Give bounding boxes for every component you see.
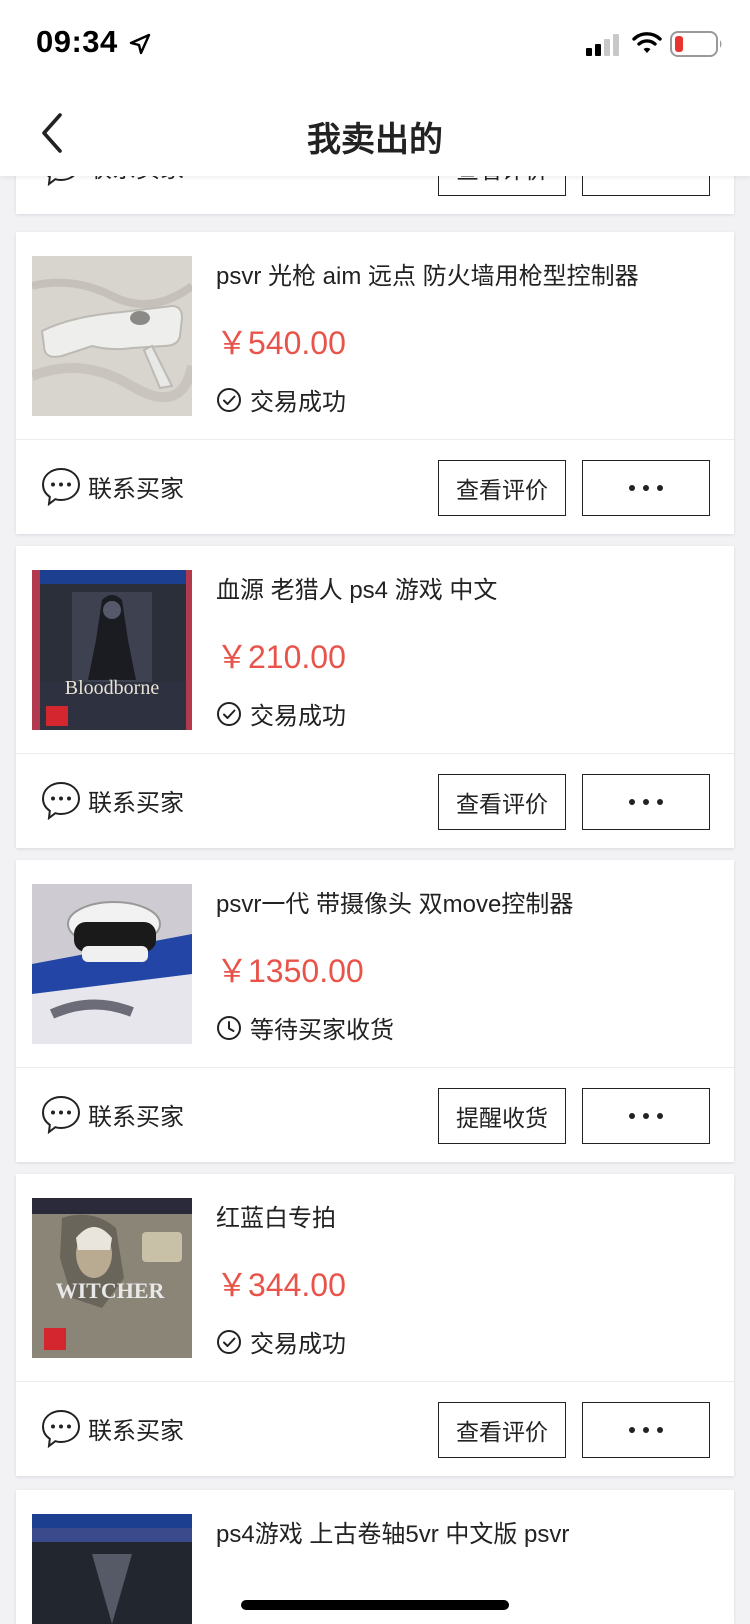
order-title[interactable]: 血源 老猎人 ps4 游戏 中文 xyxy=(216,570,716,605)
contact-buyer-label: 联系买家 xyxy=(88,789,184,817)
check-circle-icon xyxy=(217,387,241,412)
svg-text:Bloodborne: Bloodborne xyxy=(65,677,160,699)
check-circle-icon xyxy=(217,1329,241,1354)
more-button[interactable] xyxy=(582,1402,710,1458)
clock-icon xyxy=(217,1015,241,1040)
order-card[interactable]: Bloodborne 血源 老猎人 ps4 游戏 中文 ￥210.00 交易成功… xyxy=(16,546,734,848)
contact-buyer-button[interactable]: 联系买家 xyxy=(40,1094,184,1134)
order-status: 交易成功 xyxy=(216,1324,346,1359)
check-circle-icon xyxy=(217,701,241,726)
view-review-button[interactable]: 查看评价 xyxy=(438,1402,566,1458)
contact-buyer-label: 联系买家 xyxy=(88,1417,184,1445)
chat-bubble-icon xyxy=(41,467,81,506)
order-summary[interactable]: psvr 光枪 aim 远点 防火墙用枪型控制器 ￥540.00 交易成功 xyxy=(16,232,734,440)
order-summary[interactable]: psvr一代 带摄像头 双move控制器 ￥1350.00 等待买家收货 xyxy=(16,860,734,1068)
contact-buyer-button[interactable]: 联系买家 xyxy=(40,1408,184,1448)
more-dots-icon xyxy=(629,799,663,805)
product-thumbnail[interactable] xyxy=(32,256,192,416)
view-review-button[interactable]: 查看评价 xyxy=(438,460,566,516)
chat-bubble-icon xyxy=(41,1095,81,1134)
order-card[interactable]: psvr一代 带摄像头 双move控制器 ￥1350.00 等待买家收货 联系买… xyxy=(16,860,734,1162)
order-price: ￥210.00 xyxy=(216,639,346,675)
order-price: ￥344.00 xyxy=(216,1267,346,1303)
contact-buyer-button[interactable]: 联系买家 xyxy=(40,780,184,820)
order-summary[interactable]: Bloodborne 血源 老猎人 ps4 游戏 中文 ￥210.00 交易成功 xyxy=(16,546,734,754)
order-status-label: 交易成功 xyxy=(250,703,346,730)
more-dots-icon xyxy=(629,485,663,491)
svg-text:WITCHER: WITCHER xyxy=(56,1278,166,1303)
status-time: 09:34 xyxy=(36,24,118,59)
order-status: 交易成功 xyxy=(216,382,346,417)
order-price: ￥540.00 xyxy=(216,325,346,361)
navigation-bar: 我卖出的 xyxy=(0,90,750,176)
more-button[interactable] xyxy=(582,460,710,516)
order-title[interactable]: psvr 光枪 aim 远点 防火墙用枪型控制器 xyxy=(216,256,716,291)
order-summary[interactable]: WITCHER 红蓝白专拍 ￥344.00 交易成功 xyxy=(16,1174,734,1382)
product-thumbnail[interactable]: WITCHER xyxy=(32,1198,192,1358)
more-dots-icon xyxy=(629,1427,663,1433)
home-indicator xyxy=(241,1600,509,1610)
order-status: 交易成功 xyxy=(216,696,346,731)
product-thumbnail[interactable] xyxy=(32,884,192,1044)
location-arrow-icon xyxy=(129,33,151,55)
more-dots-icon xyxy=(629,1113,663,1119)
order-title[interactable]: 红蓝白专拍 xyxy=(216,1198,716,1233)
order-actions: 联系买家 查看评价 xyxy=(16,1382,734,1476)
product-thumbnail[interactable] xyxy=(32,1514,192,1624)
status-bar: 09:34 xyxy=(0,0,750,90)
contact-buyer-label: 联系买家 xyxy=(88,1103,184,1131)
order-card[interactable]: psvr 光枪 aim 远点 防火墙用枪型控制器 ￥540.00 交易成功 联系… xyxy=(16,232,734,534)
contact-buyer-button[interactable]: 联系买家 xyxy=(40,466,184,506)
product-thumbnail[interactable]: Bloodborne xyxy=(32,570,192,730)
chat-bubble-icon xyxy=(41,1409,81,1448)
order-title[interactable]: psvr一代 带摄像头 双move控制器 xyxy=(216,884,716,919)
order-status: 等待买家收货 xyxy=(216,1010,394,1045)
order-price: ￥1350.00 xyxy=(216,953,364,989)
order-actions: 联系买家 查看评价 xyxy=(16,754,734,848)
contact-buyer-label: 联系买家 xyxy=(88,475,184,503)
page-title: 我卖出的 xyxy=(307,121,443,159)
battery-low-icon xyxy=(670,31,722,57)
remind-receipt-button[interactable]: 提醒收货 xyxy=(438,1088,566,1144)
order-card[interactable]: WITCHER 红蓝白专拍 ￥344.00 交易成功 联系买家 查看评价 xyxy=(16,1174,734,1476)
more-button[interactable] xyxy=(582,1088,710,1144)
cellular-signal-icon xyxy=(586,34,619,56)
chat-bubble-icon xyxy=(41,781,81,820)
order-title[interactable]: ps4游戏 上古卷轴5vr 中文版 psvr xyxy=(216,1514,716,1549)
order-status-label: 交易成功 xyxy=(250,389,346,416)
order-actions: 联系买家 查看评价 xyxy=(16,440,734,534)
wifi-icon xyxy=(632,32,662,53)
order-actions: 联系买家 提醒收货 xyxy=(16,1068,734,1162)
order-status-label: 交易成功 xyxy=(250,1331,346,1358)
more-button[interactable] xyxy=(582,774,710,830)
order-status-label: 等待买家收货 xyxy=(250,1017,394,1044)
view-review-button[interactable]: 查看评价 xyxy=(438,774,566,830)
